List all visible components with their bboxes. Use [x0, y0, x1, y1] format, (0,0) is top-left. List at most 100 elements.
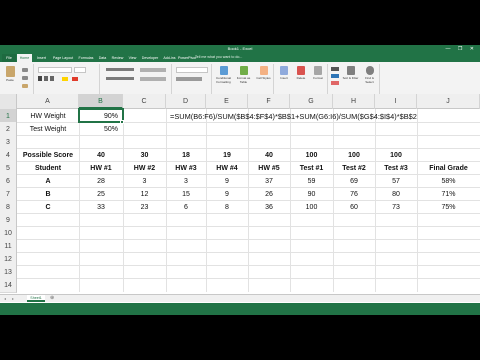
cut-button[interactable] [20, 68, 30, 73]
active-cell-selection [78, 108, 124, 123]
paste-label: Paste [6, 78, 14, 82]
format-icon [314, 66, 322, 75]
number-format-select[interactable] [176, 67, 208, 73]
tab-insert[interactable]: Insert [34, 54, 49, 62]
fill-icon[interactable] [331, 74, 339, 78]
align-left-icon[interactable] [106, 77, 134, 80]
paste-icon [5, 66, 15, 77]
column-header-h[interactable]: H [333, 94, 375, 109]
insert-cells-button[interactable]: Insert [276, 66, 292, 80]
scissors-icon [22, 68, 28, 72]
tab-file[interactable]: File [2, 54, 16, 62]
brush-icon [22, 84, 28, 88]
cell-c8[interactable]: 23 [123, 200, 166, 215]
cell-i8[interactable]: 73 [375, 200, 417, 215]
fill-color-icon[interactable] [62, 77, 68, 81]
format-painter-button[interactable] [20, 84, 30, 89]
align-top-icon[interactable] [106, 68, 134, 71]
cell-styles-label: Cell Styles [256, 76, 271, 80]
conditional-formatting-button[interactable]: Conditional Formatting [214, 66, 233, 84]
format-cells-button[interactable]: Format [310, 66, 326, 80]
cell-a8[interactable]: C [17, 200, 79, 215]
column-header-c[interactable]: C [123, 94, 166, 109]
format-as-table-button[interactable]: Format as Table [234, 66, 253, 84]
font-name-select[interactable] [38, 67, 72, 73]
column-header-b[interactable]: B [79, 94, 123, 109]
cell-a2[interactable]: Test Weight [17, 122, 79, 137]
next-sheet-icon[interactable]: ▸ [12, 295, 14, 302]
tab-formulas[interactable]: Formulas [77, 54, 95, 62]
column-header-a[interactable]: A [17, 94, 79, 109]
sheet-tab-bar: ◂ ▸ Sheet1 ⊕ [0, 294, 480, 302]
format-as-table-label: Format as Table [236, 76, 251, 84]
sheet-tab-sheet1[interactable]: Sheet1 [27, 295, 45, 302]
column-header-d[interactable]: D [166, 94, 206, 109]
conditional-formatting-icon [219, 66, 228, 75]
cell-styles-button[interactable]: Cell Styles [254, 66, 273, 80]
cell-d8[interactable]: 6 [166, 200, 206, 215]
excel-window: Book1 - Excel — ❐ ✕ File Home Insert Pag… [0, 45, 480, 315]
find-select-button[interactable]: Find & Select [361, 66, 378, 84]
paste-button[interactable]: Paste [3, 66, 17, 82]
cell-d1[interactable]: =SUM(B6:F6)/SUM($B$4:$F$4)*$B$1+SUM(G6:I… [170, 109, 478, 124]
delete-cells-button[interactable]: Delete [293, 66, 309, 80]
clear-icon[interactable] [331, 81, 339, 85]
column-headers: A B C D E F G H I J [0, 94, 480, 109]
copy-icon [22, 76, 28, 80]
merge-center-icon[interactable] [140, 77, 166, 81]
italic-icon[interactable] [44, 76, 48, 81]
cell-j8[interactable]: 75% [417, 200, 480, 215]
column-header-e[interactable]: E [206, 94, 248, 109]
cell-f8[interactable]: 36 [248, 200, 290, 215]
tell-me-search[interactable]: Tell me what you want to do... [195, 54, 242, 61]
status-bar [0, 303, 480, 315]
delete-label: Delete [296, 76, 306, 80]
column-header-f[interactable]: F [248, 94, 290, 109]
font-size-select[interactable] [74, 67, 86, 73]
tab-add-ins[interactable]: Add-ins [162, 54, 177, 62]
cell-h8[interactable]: 60 [333, 200, 375, 215]
tab-page-layout[interactable]: Page Layout [51, 54, 75, 62]
autosum-icon[interactable] [331, 67, 339, 71]
row-header-14[interactable]: 14 [0, 278, 17, 293]
insert-label: Insert [280, 76, 288, 80]
top-letterbox [0, 0, 480, 45]
column-header-i[interactable]: I [375, 94, 417, 109]
insert-icon [280, 66, 288, 75]
tab-view[interactable]: View [127, 54, 138, 62]
find-label: Find & Select [365, 76, 374, 84]
previous-sheet-icon[interactable]: ◂ [4, 295, 6, 302]
underline-icon[interactable] [50, 76, 54, 81]
select-all-corner[interactable] [0, 94, 17, 109]
sort-filter-button[interactable]: Sort & Filter [342, 66, 359, 80]
cell-b2[interactable]: 50% [79, 122, 123, 137]
tab-developer[interactable]: Developer [140, 54, 160, 62]
cell-g8[interactable]: 100 [290, 200, 333, 215]
cell-b8[interactable]: 33 [79, 200, 123, 215]
table-icon [239, 66, 248, 75]
window-controls[interactable]: — ❐ ✕ [446, 45, 477, 53]
tab-powerpivot[interactable]: PowerPivot [178, 54, 196, 62]
tab-review[interactable]: Review [110, 54, 125, 62]
tab-home[interactable]: Home [17, 54, 32, 62]
title-bar: Book1 - Excel — ❐ ✕ [0, 45, 480, 53]
column-header-g[interactable]: G [290, 94, 333, 109]
font-color-icon[interactable] [72, 77, 78, 81]
percent-icon[interactable] [176, 77, 202, 81]
sort-label: Sort & Filter [342, 76, 359, 80]
bold-icon[interactable] [38, 76, 42, 81]
window-title: Book1 - Excel [227, 46, 253, 51]
cell-e8[interactable]: 8 [206, 200, 248, 215]
cell-styles-icon [259, 66, 268, 75]
delete-icon [297, 66, 305, 75]
bottom-letterbox [0, 315, 480, 360]
wrap-text-icon[interactable] [140, 68, 166, 72]
ribbon-tabs: File Home Insert Page Layout Formulas Da… [0, 53, 480, 62]
column-header-j[interactable]: J [417, 94, 480, 109]
tab-data[interactable]: Data [97, 54, 108, 62]
conditional-formatting-label: Conditional Formatting [215, 76, 231, 84]
format-label: Format [313, 76, 323, 80]
add-sheet-icon[interactable]: ⊕ [50, 295, 54, 302]
spreadsheet-grid: A B C D E F G H I J 1 2 3 4 5 6 7 8 9 10… [0, 94, 480, 293]
copy-button[interactable] [20, 76, 30, 81]
